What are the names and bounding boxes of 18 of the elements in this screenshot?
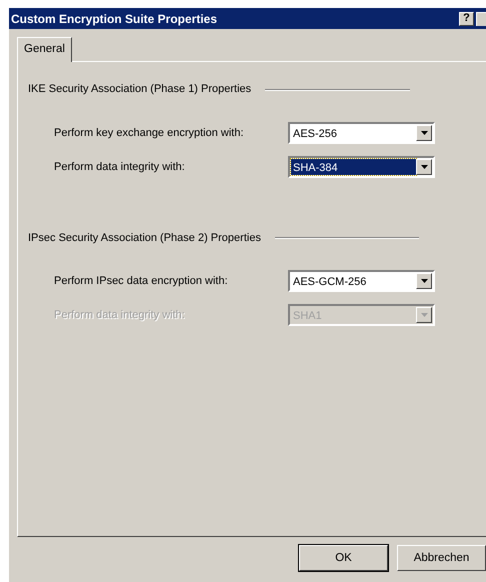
- field-label: Perform key exchange encryption with:: [54, 126, 245, 140]
- caret-icon: [420, 313, 428, 318]
- caret-icon: [420, 164, 428, 169]
- close-button[interactable]: [476, 12, 486, 26]
- window-title: Custom Encryption Suite Properties: [11, 10, 218, 28]
- help-button[interactable]: ?: [459, 12, 474, 26]
- dropdown[interactable]: AES-256: [288, 122, 435, 144]
- dropdown[interactable]: AES-GCM-256: [288, 270, 435, 292]
- ok-button[interactable]: OK: [299, 545, 388, 572]
- group-title: IKE Security Association (Phase 1) Properties: [28, 82, 252, 98]
- group-title: IPsec Security Association (Phase 2) Properties: [28, 230, 261, 246]
- dropdown[interactable]: SHA-384: [288, 156, 435, 178]
- tab[interactable]: General: [17, 37, 72, 62]
- caret-icon: [420, 130, 428, 135]
- field-label: Perform data integrity with:: [54, 160, 186, 174]
- caret-icon: [420, 279, 428, 284]
- field-label: Perform IPsec data encryption with:: [54, 274, 229, 289]
- cancel-button[interactable]: Abbrechen: [397, 545, 486, 572]
